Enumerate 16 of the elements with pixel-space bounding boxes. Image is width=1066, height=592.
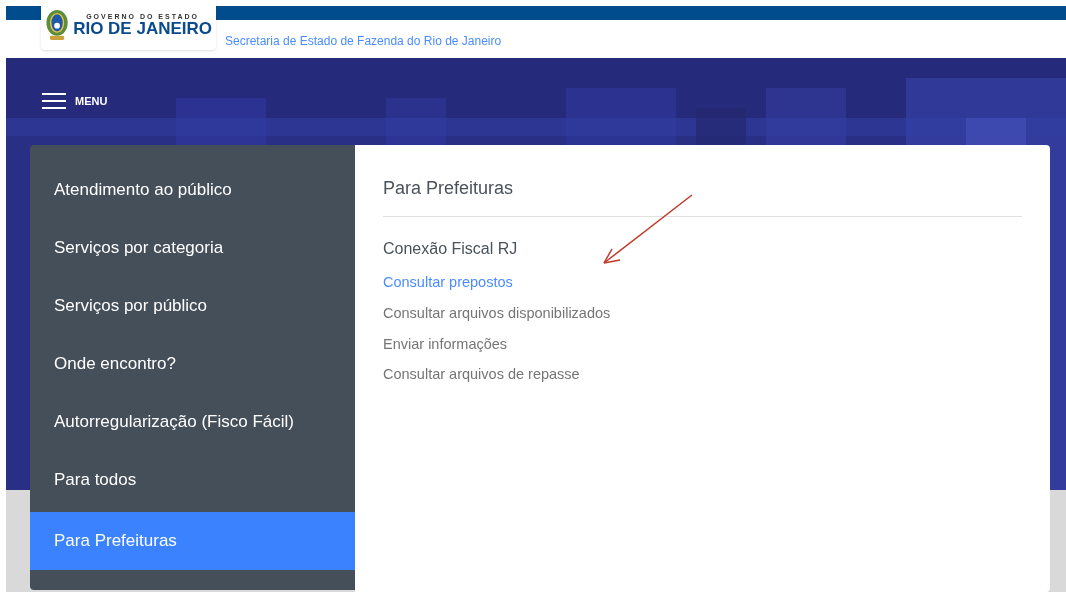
menu-item[interactable]: Serviços por público: [30, 277, 355, 335]
submenu-link[interactable]: Enviar informações: [383, 333, 508, 356]
submenu-link[interactable]: Consultar arquivos disponibilizados: [383, 302, 611, 325]
panel-title: Para Prefeituras: [383, 175, 1022, 217]
section-heading: Conexão Fiscal RJ: [383, 239, 519, 259]
menu-item[interactable]: Serviços por categoria: [30, 219, 355, 277]
menu-item[interactable]: Autorregularização (Fisco Fácil): [30, 393, 355, 451]
header-subtitle: Secretaria de Estado de Fazenda do Rio de Janeiro: [225, 33, 502, 50]
menu-icon: [42, 92, 66, 110]
menu-button[interactable]: MENU: [42, 92, 108, 110]
menu-item[interactable]: Onde encontro?: [30, 335, 355, 393]
menu-item[interactable]: Para Prefeituras: [30, 512, 355, 570]
menu-item[interactable]: Para todos: [30, 451, 355, 509]
logo-wordmark: RIO DE JANEIRO: [73, 20, 212, 37]
menu-item[interactable]: Atendimento ao público: [30, 161, 355, 219]
submenu-link[interactable]: Consultar arquivos de repasse: [383, 364, 580, 386]
